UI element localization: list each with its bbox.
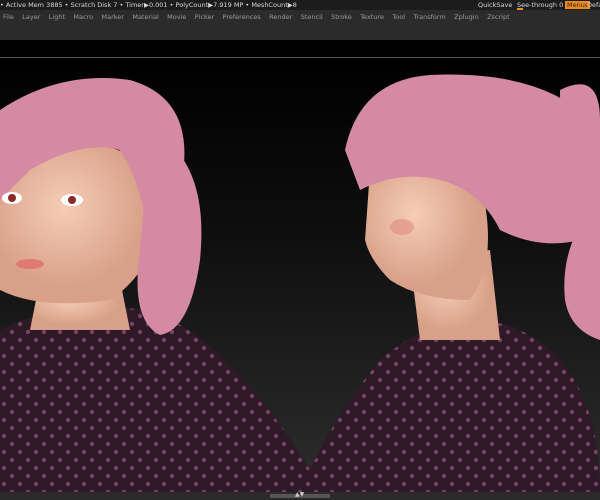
status-bar: • Active Mem 3885 • Scratch Disk 7 • Tim… [0,0,600,10]
menu-preferences[interactable]: Preferences [223,13,261,21]
menu-movie[interactable]: Movie [167,13,186,21]
menu-stroke[interactable]: Stroke [331,13,352,21]
menu-material[interactable]: Material [132,13,158,21]
menu-texture[interactable]: Texture [360,13,384,21]
menu-stencil[interactable]: Stencil [301,13,323,21]
quicksave-button[interactable]: QuickSave [478,0,512,10]
menu-file[interactable]: File [3,13,14,21]
menu-light[interactable]: Light [49,13,65,21]
right-shirt [300,320,600,492]
menu-macro[interactable]: Macro [73,13,93,21]
menu-layer[interactable]: Layer [22,13,40,21]
menu-picker[interactable]: Picker [195,13,214,21]
top-shelf [0,40,600,57]
left-shirt [0,307,310,492]
menu-marker[interactable]: Marker [101,13,123,21]
sculpt-render [0,74,600,492]
menu-render[interactable]: Render [269,13,292,21]
canvas-viewport[interactable] [0,58,600,492]
see-through-slider[interactable]: See-through 0 [517,0,563,10]
menu-bar: File Layer Light Macro Marker Material Movie Pi… [0,10,600,40]
shelf-toggle-arrows[interactable]: ▲▼ [295,491,304,498]
status-info: • Active Mem 3885 • Scratch Disk 7 • Tim… [0,1,297,9]
menu-zscript[interactable]: Zscript [487,13,510,21]
menu-zplugin[interactable]: Zplugin [454,13,479,21]
default-button[interactable]: Defa [587,0,600,10]
menu-tool[interactable]: Tool [392,13,405,21]
menu-transform[interactable]: Transform [413,13,445,21]
